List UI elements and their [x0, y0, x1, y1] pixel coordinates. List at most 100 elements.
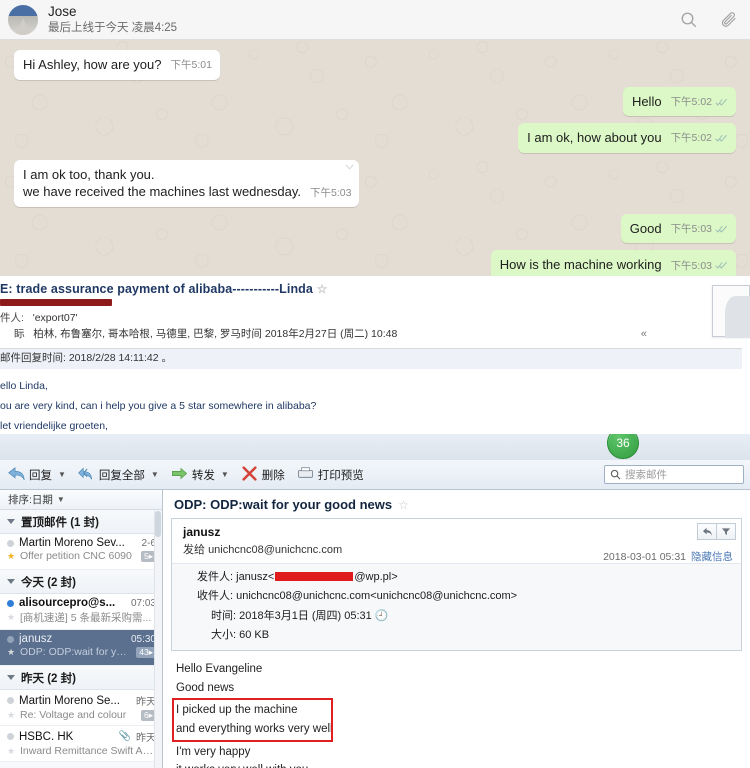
- mail-list-pane: 排序:日期 ▼ 置顶邮件 (1 封) Martin Moreno Sev... 2-…: [0, 490, 163, 768]
- body-line-highlighted: I picked up the machine: [176, 704, 298, 717]
- unread-badge[interactable]: 36: [607, 434, 639, 459]
- message-time: 下午5:03: [670, 223, 712, 236]
- message-row: I am ok too, thank you. we have received…: [14, 159, 736, 207]
- more-actions-button[interactable]: [716, 523, 736, 540]
- message-meta: 下午5:03: [671, 259, 728, 273]
- read-status-dot[interactable]: [7, 697, 14, 704]
- message-time: 下午5:02: [670, 95, 712, 108]
- message-text: Hello: [631, 93, 662, 109]
- reader-card: janusz 发给 unichcnc08@unichcnc.com 2018-0…: [171, 518, 742, 651]
- message-row: Hello 下午5:02: [14, 86, 736, 117]
- field-to-label: 收件人:: [197, 590, 234, 603]
- whatsapp-message-area: Hi Ashley, how are you? 下午5:01 Hello 下午5:02…: [0, 40, 750, 276]
- list-scrollbar[interactable]: [154, 510, 162, 768]
- mail-list-item[interactable]: HSBC. HK 📎 昨天 ★ Inward Remittance Swift Ad..…: [0, 726, 162, 762]
- mail-date: 05:30: [130, 633, 156, 645]
- reader-action-buttons: [697, 523, 736, 540]
- message-bubble[interactable]: I am ok, how about you 下午5:02: [518, 123, 736, 153]
- toolbar-label: 回复全部: [98, 469, 145, 482]
- message-bubble[interactable]: Hello 下午5:02: [622, 86, 736, 117]
- field-from-prefix: janusz<: [236, 571, 275, 583]
- field-to: 收件人: unichcnc08@unichcnc.com<unichcnc08@…: [172, 587, 741, 606]
- sender-name: HSBC. HK: [19, 730, 74, 743]
- field-time-value: 2018年3月1日 (周四) 05:31: [239, 609, 372, 622]
- star-icon[interactable]: ★: [7, 647, 15, 658]
- foxmail-topbar: 36: [0, 434, 750, 460]
- field-size-value: 60 KB: [239, 628, 270, 641]
- star-icon[interactable]: ★: [7, 710, 15, 721]
- field-size-label: 大小:: [211, 628, 237, 641]
- read-status-dot[interactable]: [7, 635, 14, 643]
- read-status-dot[interactable]: [7, 599, 14, 607]
- star-icon[interactable]: ☆: [317, 282, 328, 296]
- clock-icon: 🕘: [374, 609, 389, 622]
- toolbar-reply-all[interactable]: 回复全部 ▼: [72, 464, 165, 486]
- search-icon[interactable]: [680, 11, 698, 29]
- mail-date: 昨天: [136, 697, 156, 708]
- hide-info-link[interactable]: 隐藏信息: [691, 549, 733, 564]
- message-text: How is the machine working: [499, 257, 662, 273]
- mail-list-item[interactable]: janusz 05:30 ★ ODP: ODP:wait for you... 43▸: [0, 630, 162, 666]
- message-text: Hi Ashley, how are you?: [23, 57, 162, 72]
- chevron-down-icon[interactable]: ▼: [58, 470, 66, 479]
- message-bubble[interactable]: I am ok too, thank you. we have received…: [14, 159, 360, 207]
- forward-icon: [171, 466, 188, 484]
- email-snippet-panel: E: trade assurance payment of alibaba---…: [0, 276, 750, 434]
- read-status-dot[interactable]: [7, 733, 14, 740]
- mail-subject: Re: Voltage and colour: [20, 709, 127, 721]
- mail-group-header[interactable]: 置顶邮件 (1 封): [0, 510, 162, 534]
- chevron-down-icon[interactable]: ▼: [221, 470, 229, 479]
- star-icon[interactable]: ☆: [398, 498, 409, 512]
- message-bubble[interactable]: How is the machine working 下午5:03: [490, 250, 736, 276]
- toolbar-delete[interactable]: 删除: [235, 464, 291, 486]
- foxmail-toolbar: 回复 ▼ 回复全部 ▼ 转发 ▼ 删除 打印预览 搜索邮件: [0, 460, 750, 490]
- mail-list-item[interactable]: Martin Moreno Sev... 2-6 ★ Offer petition C…: [0, 534, 162, 570]
- chevron-down-icon[interactable]: ▼: [151, 470, 159, 479]
- snippet-from-row: 件人: 'export07': [0, 310, 742, 326]
- attachment-thumbnail[interactable]: [712, 285, 750, 338]
- read-status-dot[interactable]: [7, 539, 14, 547]
- message-text: I am ok, how about you: [527, 130, 662, 146]
- field-to-value: unichcnc08@unichcnc.com<unichcnc08@unich…: [236, 590, 518, 603]
- message-meta: 下午5:02: [671, 131, 728, 145]
- snippet-subject: E: trade assurance payment of alibaba---…: [0, 282, 313, 296]
- star-icon[interactable]: ★: [7, 746, 15, 757]
- star-icon[interactable]: ★: [7, 612, 15, 623]
- message-bubble[interactable]: Good 下午5:03: [620, 213, 736, 244]
- mail-group-header[interactable]: 星期二 (6 封): [0, 762, 162, 768]
- message-time: 下午5:01: [170, 59, 212, 72]
- mail-group-header[interactable]: 今天 (2 封): [0, 570, 162, 594]
- message-row: How is the machine working 下午5:03: [14, 250, 736, 276]
- message-time: 下午5:02: [670, 132, 712, 145]
- toolbar-forward[interactable]: 转发 ▼: [165, 464, 235, 486]
- scrollbar-thumb[interactable]: [155, 511, 161, 537]
- reply-button[interactable]: [697, 523, 717, 540]
- header-actions: [680, 11, 738, 29]
- body-line: I'm very happy: [176, 745, 251, 758]
- contact-avatar[interactable]: [8, 4, 38, 35]
- mail-list-item[interactable]: Martin Moreno Se... 昨天 ★ Re: Voltage and co…: [0, 690, 162, 726]
- snippet-reply-time: 邮件回复时间: 2018/2/28 14:11:42 。: [0, 352, 172, 365]
- sort-control[interactable]: 排序:日期 ▼: [0, 490, 162, 510]
- toolbar-label: 转发: [191, 469, 215, 482]
- search-mail-box[interactable]: 搜索邮件: [604, 465, 744, 484]
- toolbar-reply[interactable]: 回复 ▼: [2, 464, 72, 486]
- message-meta: 下午5:03: [671, 222, 728, 236]
- toolbar-print-preview[interactable]: 打印预览: [291, 464, 370, 486]
- foxmail-client: 36 回复 ▼ 回复全部 ▼ 转发 ▼ 删除 打印预览 搜索邮件 排序:日期 ▼ 置顶邮件 (…: [0, 434, 750, 768]
- message-list: Hi Ashley, how are you? 下午5:01 Hello 下午5:02…: [0, 40, 750, 276]
- mail-group-header[interactable]: 昨天 (2 封): [0, 666, 162, 690]
- body-line: it works very well with you: [176, 761, 750, 768]
- message-bubble[interactable]: Hi Ashley, how are you? 下午5:01: [14, 50, 220, 80]
- snippet-body-line: ello Linda,: [0, 379, 48, 392]
- collapse-icon[interactable]: «: [641, 326, 647, 343]
- snippet-body-line: let vriendelijke groeten,: [0, 419, 108, 432]
- paperclip-icon[interactable]: [720, 11, 738, 29]
- print-preview-icon: [297, 466, 314, 484]
- mail-list-item[interactable]: alisourcepro@s... 07:03 ★ [商机速递] 5 条最新采购需..…: [0, 594, 162, 630]
- star-icon[interactable]: ★: [7, 551, 15, 562]
- message-row: Hi Ashley, how are you? 下午5:01: [14, 50, 736, 80]
- reader-sender: janusz: [183, 525, 221, 539]
- contact-info[interactable]: Jose 最后上线于今天 凌晨4:25: [48, 4, 680, 35]
- sender-name: alisourcepro@s...: [19, 597, 116, 609]
